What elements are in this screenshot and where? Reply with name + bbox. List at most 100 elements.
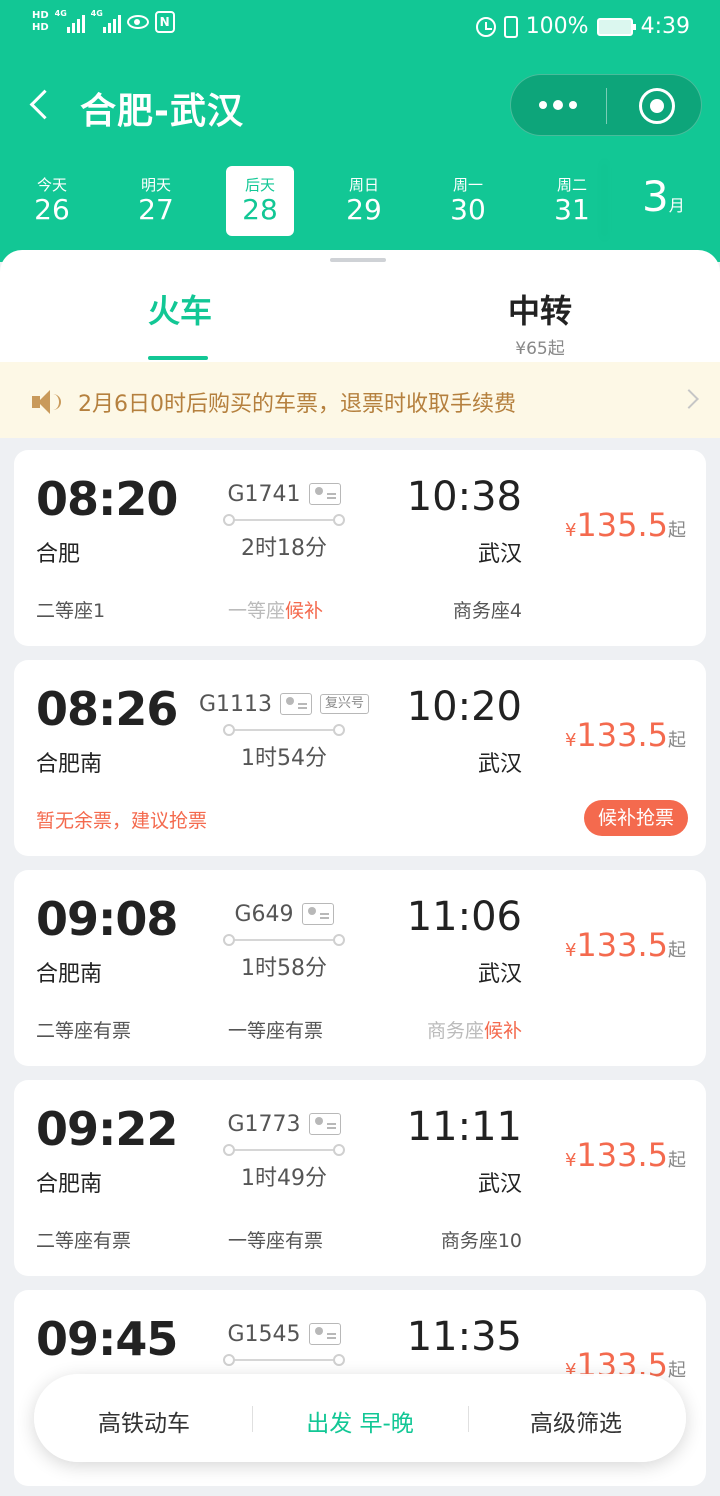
date-day: 30 [450, 193, 486, 226]
filter-divider [468, 1406, 469, 1432]
date-weekday: 明天 [140, 176, 171, 194]
id-card-icon [308, 483, 341, 505]
price: ¥133.5起 [562, 926, 686, 964]
more-icon[interactable] [539, 100, 577, 110]
date-day: 28 [242, 193, 278, 226]
departure-time: 09:45 [36, 1312, 178, 1366]
price-suffix: 起 [668, 730, 686, 751]
departure-station: 合肥 [36, 542, 81, 567]
alarm-icon [475, 16, 496, 37]
train-info: G1545 [214, 1320, 354, 1366]
filter-divider [252, 1406, 253, 1432]
train-number: G1773 [227, 1111, 301, 1137]
eye-comfort-icon [126, 15, 149, 29]
filter-departure-time[interactable]: 出发 早-晚 [280, 1404, 440, 1438]
month-picker[interactable]: 3月 [642, 172, 685, 221]
price: ¥133.5起 [562, 716, 686, 754]
date-weekday: 后天 [244, 176, 275, 194]
id-card-icon [308, 1323, 341, 1345]
back-chevron-icon[interactable] [26, 88, 56, 124]
arrival-time: 11:35 [406, 1314, 522, 1360]
train-info: G1741 2时18分 [214, 480, 354, 562]
mode-tabs: 火车 中转 ¥65起 [0, 250, 720, 362]
miniprogram-capsule [510, 74, 702, 136]
tab-train[interactable]: 火车 [120, 286, 240, 332]
price-suffix: 起 [668, 1360, 686, 1381]
seat-business-class: 商务座候补 [394, 1016, 522, 1043]
month-number: 3 [642, 172, 669, 221]
train-info: G1113 复兴号 1时54分 [194, 690, 374, 772]
date-strip: 今天 26 明天 27 后天 28 周日 29 周一 30 周二 31 [0, 166, 610, 242]
train-number: G1545 [227, 1321, 301, 1347]
departure-station: 合肥南 [36, 1172, 103, 1197]
month-divider [610, 160, 611, 240]
id-card-icon [301, 903, 334, 925]
departure-time: 09:08 [36, 892, 178, 946]
tab-transfer[interactable]: 中转 ¥65起 [480, 286, 600, 359]
battery-icon [596, 17, 636, 36]
close-miniprogram-icon[interactable] [639, 88, 675, 124]
arrival-station: 武汉 [477, 752, 522, 777]
date-item-selected[interactable]: 后天 28 [226, 166, 294, 236]
departure-station: 合肥南 [36, 752, 103, 777]
arrival-station: 武汉 [477, 542, 522, 567]
date-weekday: 今天 [36, 176, 67, 194]
date-day: 27 [138, 193, 174, 226]
seat-status: 候补 [285, 600, 324, 622]
seat-business-class: 商务座4 [452, 600, 522, 622]
route-line [223, 934, 345, 946]
duration: 1时58分 [241, 956, 327, 981]
fuxing-badge: 复兴号 [320, 694, 370, 714]
arrival-time: 10:38 [406, 474, 522, 520]
currency-symbol: ¥ [564, 520, 577, 541]
seat-second-class: 二等座有票 [36, 1230, 132, 1252]
date-day: 29 [346, 193, 382, 226]
currency-symbol: ¥ [564, 730, 577, 751]
capsule-divider [606, 88, 607, 124]
route-line [223, 514, 345, 526]
hd-label: HD [32, 10, 49, 21]
seat-business-class: 商务座10 [440, 1230, 522, 1252]
train-card[interactable]: 08:20 合肥 G1741 2时18分 10:38 武汉 ¥135.5起 二等… [14, 450, 706, 646]
date-day: 26 [34, 193, 70, 226]
date-item[interactable]: 今天 26 [18, 166, 86, 236]
date-item[interactable]: 明天 27 [122, 166, 190, 236]
battery-percent: 100% [525, 14, 589, 39]
arrival-station: 武汉 [477, 962, 522, 987]
date-item[interactable]: 周二 31 [538, 166, 606, 236]
signal-icon: 4G [91, 9, 121, 33]
price-suffix: 起 [668, 1150, 686, 1171]
date-item[interactable]: 周日 29 [330, 166, 398, 236]
train-card[interactable]: 09:22 合肥南 G1773 1时49分 11:11 武汉 ¥133.5起 二… [14, 1080, 706, 1276]
date-item[interactable]: 周一 30 [434, 166, 502, 236]
departure-station: 合肥南 [36, 962, 103, 987]
speaker-icon [32, 390, 62, 414]
currency-symbol: ¥ [564, 1150, 577, 1171]
train-number: G1741 [227, 481, 301, 507]
vibrate-icon [503, 15, 518, 38]
hd-indicator: HD HD [32, 10, 49, 34]
nfc-icon: N [154, 11, 175, 33]
train-info: G649 1时58分 [214, 900, 354, 982]
tab-active-underline [148, 356, 208, 360]
status-bar: HD HD 4G 4G N 100% 4:39 [0, 0, 720, 58]
clock: 4:39 [640, 14, 690, 39]
hd-label: HD [32, 22, 49, 33]
train-number: G1113 [198, 691, 273, 717]
network-type: 4G [54, 9, 67, 18]
duration: 1时49分 [241, 1166, 327, 1191]
drag-handle[interactable] [330, 258, 386, 262]
waitlist-button[interactable]: 候补抢票 [584, 800, 688, 836]
filter-advanced[interactable]: 高级筛选 [496, 1404, 656, 1438]
price-value: 133.5 [576, 926, 668, 964]
notice-banner[interactable]: 2月6日0时后购买的车票，退票时收取手续费 [0, 362, 720, 438]
price-value: 133.5 [576, 1136, 668, 1174]
header: HD HD 4G 4G N 100% 4:39 合肥-武汉 今天 26 明天 2… [0, 0, 720, 262]
train-card[interactable]: 08:26 合肥南 G1113 复兴号 1时54分 10:20 武汉 ¥133.5… [14, 660, 706, 856]
price-value: 133.5 [576, 716, 668, 754]
price: ¥135.5起 [562, 506, 686, 544]
seat-first-class: 一等座候补 [228, 596, 323, 623]
filter-train-type[interactable]: 高铁动车 [64, 1404, 224, 1438]
train-card[interactable]: 09:08 合肥南 G649 1时58分 11:06 武汉 ¥133.5起 二等… [14, 870, 706, 1066]
id-card-icon [280, 693, 313, 715]
